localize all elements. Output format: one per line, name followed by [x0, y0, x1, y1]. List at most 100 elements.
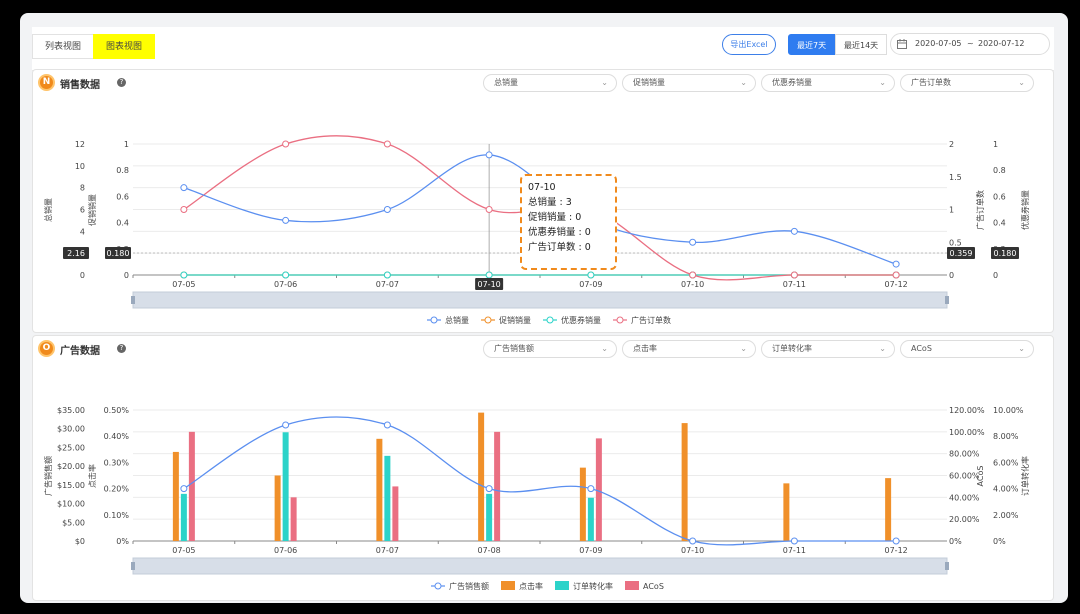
- crosshair-value-label: 2.16: [67, 249, 85, 258]
- y-tick-label: 0.5: [949, 238, 962, 247]
- data-point: [383, 421, 391, 429]
- bar: [587, 497, 594, 541]
- data-point: [485, 485, 493, 493]
- bar: [595, 438, 602, 541]
- y-tick-label: 0: [949, 271, 954, 280]
- y-tick-label: 120.00%: [949, 406, 985, 415]
- y-tick-label: 6.00%: [993, 458, 1019, 467]
- y-tick-label: 0.6: [116, 192, 129, 201]
- y-tick-label: 40.00%: [949, 493, 980, 502]
- legend-marker: [555, 581, 569, 590]
- y-tick-label: 0.10%: [104, 511, 130, 520]
- zoom-handle-left: [131, 296, 135, 304]
- data-point: [689, 537, 697, 545]
- y-tick-label: 100.00%: [949, 428, 985, 437]
- legend-label: 促销销量: [499, 315, 531, 325]
- legend-marker: [434, 582, 442, 590]
- y-tick-label: 20.00%: [949, 515, 980, 524]
- axis-title: 点击率: [87, 464, 97, 488]
- export-excel-button[interactable]: 导出Excel: [722, 34, 776, 55]
- y-tick-label: 0.30%: [104, 458, 130, 467]
- zoom-handle-right: [945, 562, 949, 570]
- y-tick-label: 0.4: [993, 219, 1006, 228]
- y-tick-label: $20.00: [57, 462, 85, 471]
- tab-list-view[interactable]: 列表视图: [32, 34, 95, 59]
- tab-chart-view[interactable]: 图表视图: [93, 34, 156, 59]
- bar: [282, 432, 289, 541]
- zoom-slider: [132, 291, 948, 309]
- bar: [180, 493, 187, 541]
- data-point: [587, 271, 595, 279]
- data-point: [892, 271, 900, 279]
- x-tick-label: 07-05: [172, 280, 195, 289]
- legend-marker: [484, 316, 492, 324]
- x-tick-label: 07-10: [681, 546, 704, 555]
- y-tick-label: $15.00: [57, 481, 85, 490]
- y-tick-label: 6: [80, 206, 85, 215]
- range-7-days-button[interactable]: 最近7天: [788, 34, 836, 55]
- date-start: 2020-07-05: [915, 39, 962, 48]
- range-14-days-button[interactable]: 最近14天: [835, 34, 888, 55]
- ads-panel: O 广告数据 ? 广告销售额 ⌄ 点击率 ⌄ 订单转化率 ⌄ ACoS ⌄ $0 $5.0…: [32, 335, 1054, 601]
- y-tick-label: 0.8: [993, 166, 1006, 175]
- bar: [783, 483, 790, 541]
- calendar-icon: [897, 39, 907, 49]
- date-range-picker[interactable]: 2020-07-05 ~ 2020-07-12: [890, 33, 1050, 55]
- bar: [384, 455, 391, 541]
- y-tick-label: 0.50%: [104, 406, 130, 415]
- data-point: [587, 485, 595, 493]
- axis-title: ACoS: [976, 466, 985, 487]
- sales-panel: N 销售数据 ? 总销量⌄ 促销销量⌄ 优惠券销量⌄ 广告订单数⌄ 024681…: [32, 69, 1054, 333]
- bar: [681, 423, 688, 541]
- legend-marker: [616, 316, 624, 324]
- data-point: [485, 151, 493, 159]
- crosshair-x-label: 07-10: [478, 280, 501, 289]
- x-tick-label: 07-09: [579, 280, 602, 289]
- y-tick-label: 0%: [993, 537, 1006, 546]
- axis-title: 优惠券销量: [1020, 190, 1030, 230]
- x-tick-label: 07-12: [885, 546, 908, 555]
- bar: [392, 486, 399, 541]
- x-tick-label: 07-11: [783, 546, 806, 555]
- tooltip-line: 总销量 : 3: [528, 197, 572, 208]
- view-toolbar: 列表视图 图表视图 导出Excel 最近7天 最近14天 2020-07-05 …: [32, 27, 1054, 71]
- y-tick-label: 8.00%: [993, 432, 1019, 441]
- data-point: [790, 271, 798, 279]
- legend-marker: [625, 581, 639, 590]
- bar: [376, 438, 383, 541]
- y-tick-label: $0: [75, 537, 85, 546]
- y-tick-label: 2.00%: [993, 511, 1019, 520]
- tooltip-line: 促销销量 : 0: [528, 212, 582, 223]
- data-point: [383, 206, 391, 213]
- y-tick-label: 1: [993, 140, 998, 149]
- y-tick-label: 4.00%: [993, 485, 1019, 494]
- data-point: [180, 206, 188, 213]
- legend-label: 总销量: [445, 315, 469, 325]
- axis-title: 促销销量: [87, 194, 97, 226]
- bar: [579, 467, 586, 541]
- x-tick-label: 07-05: [172, 546, 195, 555]
- data-point: [282, 271, 290, 279]
- data-point: [689, 271, 697, 279]
- sales-tooltip: 07-10 总销量 : 3 促销销量 : 0 优惠券销量 : 0 广告订单数 :…: [520, 174, 617, 270]
- y-tick-label: $25.00: [57, 443, 85, 452]
- legend-label: 广告销售额: [449, 581, 489, 591]
- axis-title: 广告销售额: [43, 456, 53, 496]
- y-tick-label: 1: [949, 206, 954, 215]
- y-tick-label: $35.00: [57, 406, 85, 415]
- y-tick-label: 0.40%: [104, 432, 130, 441]
- x-tick-label: 07-08: [478, 546, 501, 555]
- y-tick-label: 0: [124, 271, 129, 280]
- crosshair-value-label: 0.180: [994, 249, 1017, 258]
- bar: [478, 412, 485, 541]
- x-tick-label: 07-12: [885, 280, 908, 289]
- x-tick-label: 07-06: [274, 546, 297, 555]
- axis-title: 广告订单数: [975, 190, 985, 230]
- data-point: [180, 184, 188, 192]
- y-tick-label: 1.5: [949, 173, 962, 182]
- data-point: [689, 238, 697, 246]
- bar: [486, 493, 493, 541]
- y-tick-label: 0.8: [116, 166, 129, 175]
- zoom-slider: [132, 557, 948, 575]
- data-point: [485, 271, 493, 279]
